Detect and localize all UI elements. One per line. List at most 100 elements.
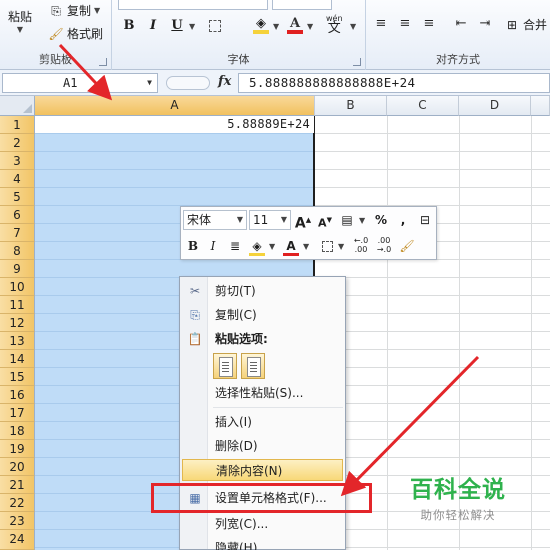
cell-a1[interactable]: 5.88889E+24 [35, 116, 314, 133]
border-icon [209, 19, 221, 32]
accounting-format-dropdown-icon[interactable]: ▼ [359, 216, 365, 225]
fill-color-dropdown-icon[interactable]: ▼ [273, 22, 279, 31]
menu-item-insert[interactable]: 插入(I) [182, 411, 343, 433]
format-painter-button[interactable]: 🖌 格式刷 [48, 25, 103, 42]
merge-button[interactable]: ⊞ 合并 [504, 16, 547, 33]
underline-button[interactable]: U [166, 16, 188, 36]
paste-option-paste-icon[interactable] [213, 353, 237, 379]
shrink-font-button[interactable]: A▼ [315, 210, 335, 230]
bold-button[interactable]: B [118, 16, 140, 36]
row-header[interactable]: 16 [0, 386, 35, 404]
font-name-box[interactable] [118, 0, 268, 10]
mini-font-color-swatch [283, 253, 299, 256]
row-header[interactable]: 15 [0, 368, 35, 386]
mini-font-color-dropdown-icon[interactable]: ▼ [303, 242, 309, 251]
mini-font-size-dropdown-icon[interactable]: ▼ [281, 211, 287, 229]
mini-bold-button[interactable]: B [183, 236, 203, 256]
font-launcher-icon[interactable] [353, 58, 361, 66]
underline-dropdown-icon[interactable]: ▼ [189, 22, 195, 31]
font-color-button[interactable]: A [284, 14, 306, 34]
align-left-button[interactable]: ≡ [370, 14, 392, 34]
column-header-a[interactable]: A [35, 96, 315, 116]
mini-font-size-box[interactable]: 11 ▼ [249, 210, 291, 230]
column-header-e[interactable] [531, 96, 550, 116]
mini-fill-color-dropdown-icon[interactable]: ▼ [269, 242, 275, 251]
mini-align-center-button[interactable]: ≣ [225, 236, 245, 256]
copy-button[interactable]: ⎘ 复制 ▼ [48, 2, 100, 19]
phonetic-button[interactable]: wén 文 [326, 14, 343, 35]
row-header[interactable]: 7 [0, 224, 35, 242]
increase-decimal-button[interactable]: ←.0 .00 [351, 236, 371, 256]
column-header-c[interactable]: C [387, 96, 459, 116]
menu-item-copy[interactable]: ⎘ 复制(C) [182, 304, 343, 326]
merge-center-button[interactable]: ⊟ [415, 210, 435, 230]
mini-format-painter-button[interactable]: 🖌 [397, 236, 417, 256]
merge-center-icon: ⊟ [419, 213, 431, 227]
row-header[interactable]: 2 [0, 134, 35, 152]
decrease-indent-button[interactable]: ⇤ [450, 14, 472, 34]
mini-font-name-dropdown-icon[interactable]: ▼ [237, 211, 243, 229]
comma-button[interactable]: , [393, 210, 413, 230]
row-header[interactable]: 10 [0, 278, 35, 296]
phonetic-dropdown-icon[interactable]: ▼ [350, 22, 356, 31]
paste-button[interactable]: 粘贴 ▼ [8, 0, 32, 34]
mini-font-name-box[interactable]: 宋体 ▼ [183, 210, 247, 230]
row-header[interactable]: 11 [0, 296, 35, 314]
row-header[interactable]: 23 [0, 512, 35, 530]
menu-item-paste-special[interactable]: 选择性粘贴(S)... [182, 382, 343, 404]
copy-dropdown-icon[interactable]: ▼ [94, 6, 100, 15]
font-size-box[interactable] [272, 0, 332, 10]
select-all-corner[interactable] [0, 96, 35, 116]
paste-dropdown-icon[interactable]: ▼ [17, 25, 23, 34]
clipboard-launcher-icon[interactable] [99, 58, 107, 66]
column-header-b[interactable]: B [315, 96, 387, 116]
mini-italic-button[interactable]: I [203, 236, 223, 256]
row-header[interactable]: 19 [0, 440, 35, 458]
grow-font-button[interactable]: A▲ [293, 210, 313, 232]
row-header[interactable]: 22 [0, 494, 35, 512]
name-box-dropdown-icon[interactable]: ▼ [147, 74, 152, 92]
name-box[interactable]: A1 ▼ [2, 73, 158, 93]
row-header[interactable]: 5 [0, 188, 35, 206]
menu-separator [213, 407, 343, 408]
row-header[interactable]: 24 [0, 530, 35, 550]
menu-item-clear-contents[interactable]: 清除内容(N) [182, 459, 343, 481]
mini-border-dropdown-icon[interactable]: ▼ [338, 242, 344, 251]
increase-indent-button[interactable]: ⇥ [474, 14, 496, 34]
row-header[interactable]: 8 [0, 242, 35, 260]
mini-border-button[interactable] [317, 236, 337, 256]
paste-option-values-icon[interactable] [241, 353, 265, 379]
fill-color-button[interactable]: ◈ [250, 14, 272, 34]
menu-item-delete[interactable]: 删除(D) [182, 435, 343, 457]
row-header[interactable]: 14 [0, 350, 35, 368]
decrease-decimal-button[interactable]: .00 →.0 [374, 236, 394, 256]
align-right-button[interactable]: ≡ [418, 14, 440, 34]
row-header[interactable]: 20 [0, 458, 35, 476]
percent-button[interactable]: % [371, 210, 391, 230]
row-header[interactable]: 21 [0, 476, 35, 494]
formula-input[interactable]: 5.888888888888888E+24 [238, 73, 550, 93]
insert-function-icon[interactable]: fx [218, 74, 231, 89]
accounting-format-button[interactable]: ▤ [337, 210, 357, 230]
menu-item-cut[interactable]: ✂ 剪切(T) [182, 280, 343, 302]
font-color-dropdown-icon[interactable]: ▼ [307, 22, 313, 31]
highlight-box [151, 483, 372, 513]
italic-button[interactable]: I [142, 16, 164, 36]
row-header[interactable]: 17 [0, 404, 35, 422]
mini-font-color-button[interactable]: A [281, 236, 301, 256]
menu-item-column-width[interactable]: 列宽(C)... [182, 513, 343, 535]
align-center-button[interactable]: ≡ [394, 14, 416, 34]
menu-item-hide[interactable]: 隐藏(H) [182, 537, 343, 550]
formula-bar-handle[interactable] [166, 76, 210, 90]
row-header[interactable]: 18 [0, 422, 35, 440]
row-header[interactable]: 6 [0, 206, 35, 224]
mini-fill-color-button[interactable]: ◈ [247, 236, 267, 256]
border-button[interactable] [204, 16, 226, 36]
row-header[interactable]: 4 [0, 170, 35, 188]
column-header-d[interactable]: D [459, 96, 531, 116]
row-header[interactable]: 12 [0, 314, 35, 332]
row-header[interactable]: 9 [0, 260, 35, 278]
row-header[interactable]: 13 [0, 332, 35, 350]
row-header[interactable]: 3 [0, 152, 35, 170]
row-header[interactable]: 1 [0, 116, 35, 134]
